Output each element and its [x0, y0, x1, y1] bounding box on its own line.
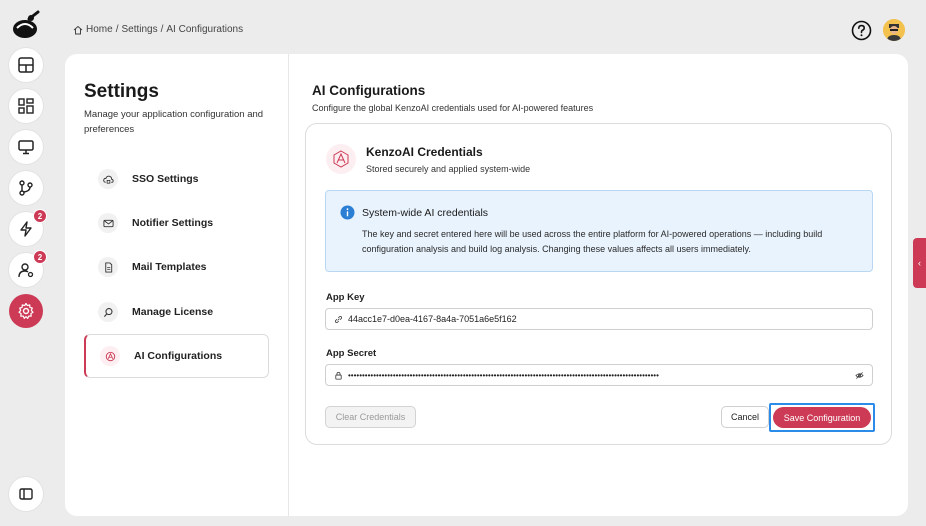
- breadcrumb: Home / Settings / AI Configurations: [73, 24, 243, 35]
- rail-branch-button[interactable]: [9, 171, 43, 205]
- rail-monitor-button[interactable]: [9, 130, 43, 164]
- info-title: System-wide AI credentials: [362, 207, 489, 219]
- monitor-icon: [18, 140, 34, 155]
- lightning-icon: [20, 221, 32, 237]
- nav-item-sso-settings[interactable]: SSO Settings: [84, 157, 269, 201]
- nav-item-label: Notifier Settings: [132, 217, 214, 229]
- side-drawer-toggle[interactable]: ‹: [913, 238, 926, 288]
- rail-grid-button[interactable]: [9, 89, 43, 123]
- app-secret-input[interactable]: [348, 366, 850, 384]
- page-description: Configure the global KenzoAI credentials…: [312, 103, 594, 113]
- credentials-subtitle: Stored securely and applied system-wide: [366, 164, 531, 174]
- ai-logo-icon: [100, 346, 120, 366]
- breadcrumb-home[interactable]: Home: [86, 24, 113, 35]
- users-badge: 2: [33, 250, 47, 264]
- breadcrumb-separator: /: [160, 24, 164, 35]
- link-icon: [334, 315, 343, 323]
- user-avatar[interactable]: [883, 19, 905, 41]
- gear-icon: [18, 302, 34, 319]
- left-rail: 2 2: [0, 0, 52, 526]
- nav-item-label: AI Configurations: [134, 350, 223, 362]
- nav-item-mail-templates[interactable]: Mail Templates: [84, 245, 269, 289]
- rail-actions-button[interactable]: 2: [9, 209, 47, 246]
- credentials-card: KenzoAI Credentials Stored securely and …: [305, 123, 892, 445]
- document-icon: [98, 257, 118, 277]
- app-secret-label: App Secret: [326, 348, 377, 359]
- app-key-input[interactable]: [348, 310, 864, 328]
- git-branch-icon: [19, 180, 33, 196]
- save-focus-ring: Save Configuration: [769, 403, 875, 432]
- page-title: AI Configurations: [312, 83, 426, 98]
- layout-icon: [18, 57, 34, 73]
- nav-item-manage-license[interactable]: Manage License: [84, 290, 269, 334]
- breadcrumb-separator: /: [115, 24, 119, 35]
- nav-item-notifier-settings[interactable]: Notifier Settings: [84, 201, 269, 245]
- grid-icon: [18, 98, 34, 114]
- info-alert: System-wide AI credentials The key and s…: [325, 190, 873, 272]
- breadcrumb-current: AI Configurations: [166, 24, 244, 35]
- rail-sidebar-toggle-button[interactable]: [9, 477, 43, 511]
- chevron-left-icon: ‹: [918, 258, 921, 268]
- avatar-icon: [883, 19, 905, 41]
- settings-title: Settings: [84, 81, 159, 102]
- home-icon[interactable]: [73, 25, 83, 35]
- nav-item-label: Manage License: [132, 306, 214, 318]
- app-key-field[interactable]: [325, 308, 873, 330]
- help-icon[interactable]: [851, 20, 872, 41]
- lock-icon: [335, 371, 342, 380]
- sidebar-toggle-icon: [19, 488, 33, 500]
- info-icon: [340, 205, 355, 220]
- app-key-label: App Key: [326, 292, 365, 303]
- kenzoai-logo-icon: [326, 144, 356, 174]
- clear-credentials-button[interactable]: Clear Credentials: [325, 406, 416, 428]
- settings-description: Manage your application configuration an…: [84, 109, 264, 135]
- rail-settings-button[interactable]: [9, 294, 43, 328]
- mail-icon: [98, 213, 118, 233]
- nav-item-label: SSO Settings: [132, 173, 199, 185]
- breadcrumb-settings[interactable]: Settings: [121, 24, 157, 35]
- rail-users-button[interactable]: 2: [9, 250, 47, 287]
- actions-badge: 2: [33, 209, 47, 223]
- app-logo-icon[interactable]: [11, 10, 41, 40]
- nav-item-label: Mail Templates: [132, 261, 207, 273]
- main-panel: Settings Manage your application configu…: [65, 54, 908, 516]
- cloud-lock-icon: [98, 169, 118, 189]
- credentials-title: KenzoAI Credentials: [366, 145, 483, 159]
- info-text: The key and secret entered here will be …: [362, 229, 823, 254]
- cancel-button[interactable]: Cancel: [721, 406, 769, 428]
- eye-off-icon[interactable]: [855, 371, 864, 380]
- user-settings-icon: [18, 263, 34, 278]
- save-configuration-button[interactable]: Save Configuration: [773, 407, 871, 428]
- search-icon: [98, 302, 118, 322]
- rail-dashboard-button[interactable]: [9, 48, 43, 82]
- settings-sidebar: Settings Manage your application configu…: [65, 54, 289, 516]
- nav-item-ai-configurations[interactable]: AI Configurations: [84, 334, 269, 378]
- app-secret-field[interactable]: [325, 364, 873, 386]
